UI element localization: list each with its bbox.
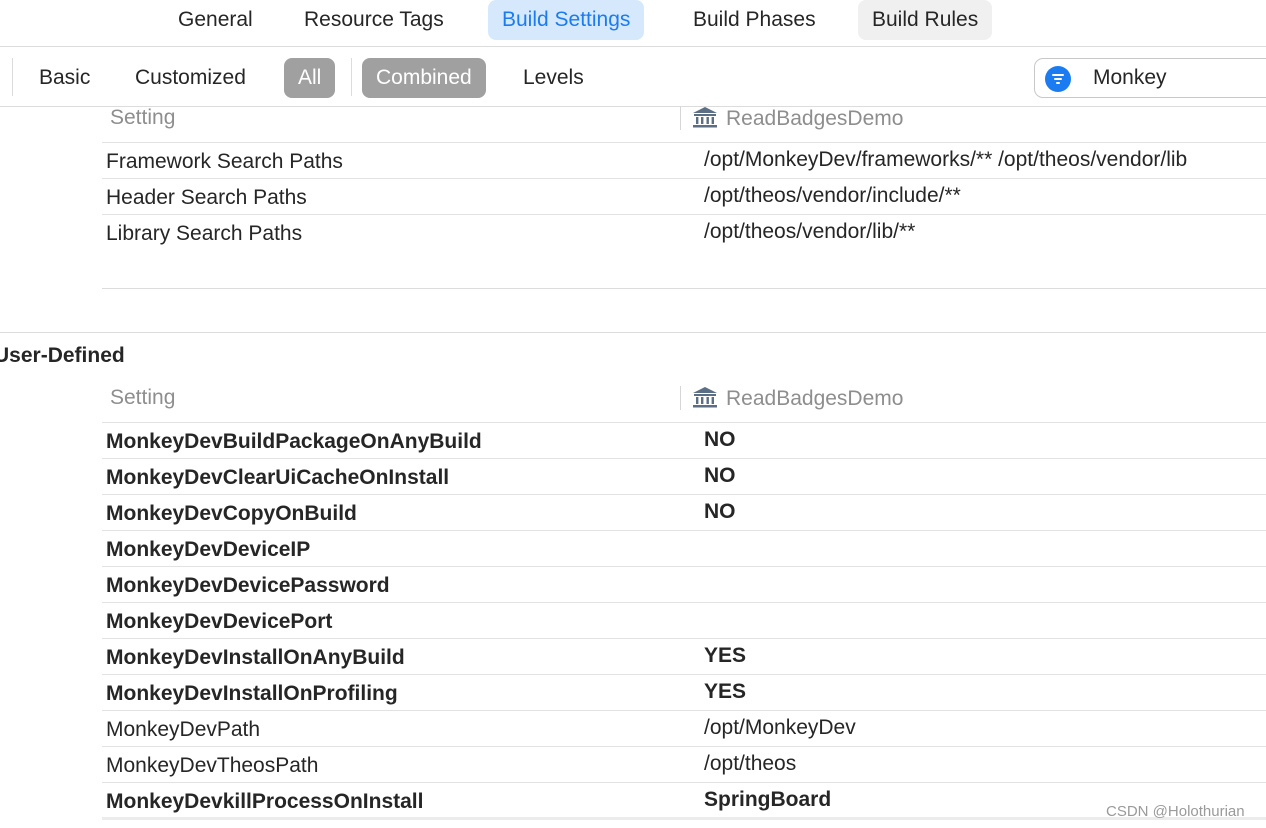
setting-value[interactable]: YES [704,644,746,668]
setting-column-label: Setting [110,106,176,129]
setting-value[interactable]: /opt/theos/vendor/lib/** [704,220,915,244]
target-column-label: ReadBadgesDemo [692,386,903,411]
filter-icon[interactable] [1045,66,1071,92]
setting-name: MonkeyDevPath [106,718,261,741]
setting-row-library-search-paths[interactable]: Library Search Paths /opt/theos/vendor/l… [102,214,1266,250]
setting-value[interactable]: /opt/theos/vendor/include/** [704,184,961,208]
tab-build-settings[interactable]: Build Settings [488,0,645,40]
filter-basic[interactable]: Basic [25,58,104,98]
setting-row-framework-search-paths[interactable]: Framework Search Paths /opt/MonkeyDev/fr… [102,142,1266,178]
tab-build-phases[interactable]: Build Phases [679,0,830,40]
setting-name: MonkeyDevTheosPath [106,754,319,777]
user-defined-column-header: Setting ReadBadgesDemo [102,380,1266,416]
settings-search-field[interactable] [1034,58,1266,98]
setting-row-monkeydev-device-ip[interactable]: MonkeyDevDeviceIP [102,530,1266,566]
setting-row-monkeydev-clear-ui-cache-on-install[interactable]: MonkeyDevClearUiCacheOnInstall NO [102,458,1266,494]
section-end-divider [102,288,1266,289]
setting-value[interactable]: NO [704,464,736,488]
setting-value[interactable]: /opt/MonkeyDev [704,716,856,740]
setting-value[interactable]: YES [704,680,746,704]
column-divider[interactable] [680,386,681,410]
setting-row-monkeydev-build-package-on-any-build[interactable]: MonkeyDevBuildPackageOnAnyBuild NO [102,422,1266,458]
setting-row-monkeydev-kill-process-on-install[interactable]: MonkeyDevkillProcessOnInstall SpringBoar… [102,782,1266,818]
editor-tab-bar: General Resource Tags Build Settings Bui… [0,0,1266,46]
search-input[interactable] [1093,64,1263,92]
view-levels[interactable]: Levels [509,58,598,98]
setting-name: Framework Search Paths [106,150,343,173]
setting-value[interactable]: NO [704,500,736,524]
setting-name: Header Search Paths [106,186,307,209]
setting-value[interactable]: /opt/theos [704,752,796,776]
column-divider[interactable] [680,106,681,130]
target-building-icon [693,107,717,128]
setting-name: Library Search Paths [106,222,303,245]
filter-all[interactable]: All [284,58,336,98]
setting-row-monkeydev-device-password[interactable]: MonkeyDevDevicePassword [102,566,1266,602]
setting-row-monkeydev-install-on-any-build[interactable]: MonkeyDevInstallOnAnyBuild YES [102,638,1266,674]
section-divider [0,332,1266,333]
setting-value[interactable]: SpringBoard [704,788,831,812]
setting-row-monkeydev-theos-path[interactable]: MonkeyDevTheosPath /opt/theos [102,746,1266,782]
setting-name: MonkeyDevCopyOnBuild [106,502,357,525]
setting-value[interactable]: NO [704,428,736,452]
view-combined[interactable]: Combined [362,58,486,98]
setting-name: MonkeyDevInstallOnProfiling [106,682,398,705]
filter-separator [12,58,13,96]
filter-customized[interactable]: Customized [121,58,260,98]
setting-row-header-search-paths[interactable]: Header Search Paths /opt/theos/vendor/in… [102,178,1266,214]
search-paths-column-header: Setting ReadBadgesDemo [102,100,1266,136]
setting-name: MonkeyDevClearUiCacheOnInstall [106,466,450,489]
setting-name: MonkeyDevBuildPackageOnAnyBuild [106,430,482,453]
build-settings-filter-bar: Basic Customized All Combined Levels [0,47,1266,107]
target-building-icon [693,387,717,408]
setting-value[interactable]: /opt/MonkeyDev/frameworks/** /opt/theos/… [704,148,1187,172]
table-bottom-edge [102,817,1266,820]
tab-resource-tags[interactable]: Resource Tags [290,0,458,40]
setting-name: MonkeyDevkillProcessOnInstall [106,790,424,813]
target-name: ReadBadgesDemo [726,107,904,130]
tab-build-rules[interactable]: Build Rules [858,0,993,40]
setting-column-label: Setting [110,386,176,409]
setting-row-monkeydev-install-on-profiling[interactable]: MonkeyDevInstallOnProfiling YES [102,674,1266,710]
setting-name: MonkeyDevDevicePort [106,610,333,633]
setting-row-monkeydev-device-port[interactable]: MonkeyDevDevicePort [102,602,1266,638]
setting-name: MonkeyDevInstallOnAnyBuild [106,646,405,669]
watermark-text: CSDN @Holothurian [1106,803,1245,820]
setting-name: MonkeyDevDeviceIP [106,538,311,561]
tab-general[interactable]: General [164,0,267,40]
target-name: ReadBadgesDemo [726,387,904,410]
setting-row-monkeydev-copy-on-build[interactable]: MonkeyDevCopyOnBuild NO [102,494,1266,530]
section-title-user-defined[interactable]: User-Defined [0,344,125,368]
filter-separator [351,58,352,96]
setting-row-monkeydev-path[interactable]: MonkeyDevPath /opt/MonkeyDev [102,710,1266,746]
setting-name: MonkeyDevDevicePassword [106,574,390,597]
target-column-label: ReadBadgesDemo [692,106,903,131]
